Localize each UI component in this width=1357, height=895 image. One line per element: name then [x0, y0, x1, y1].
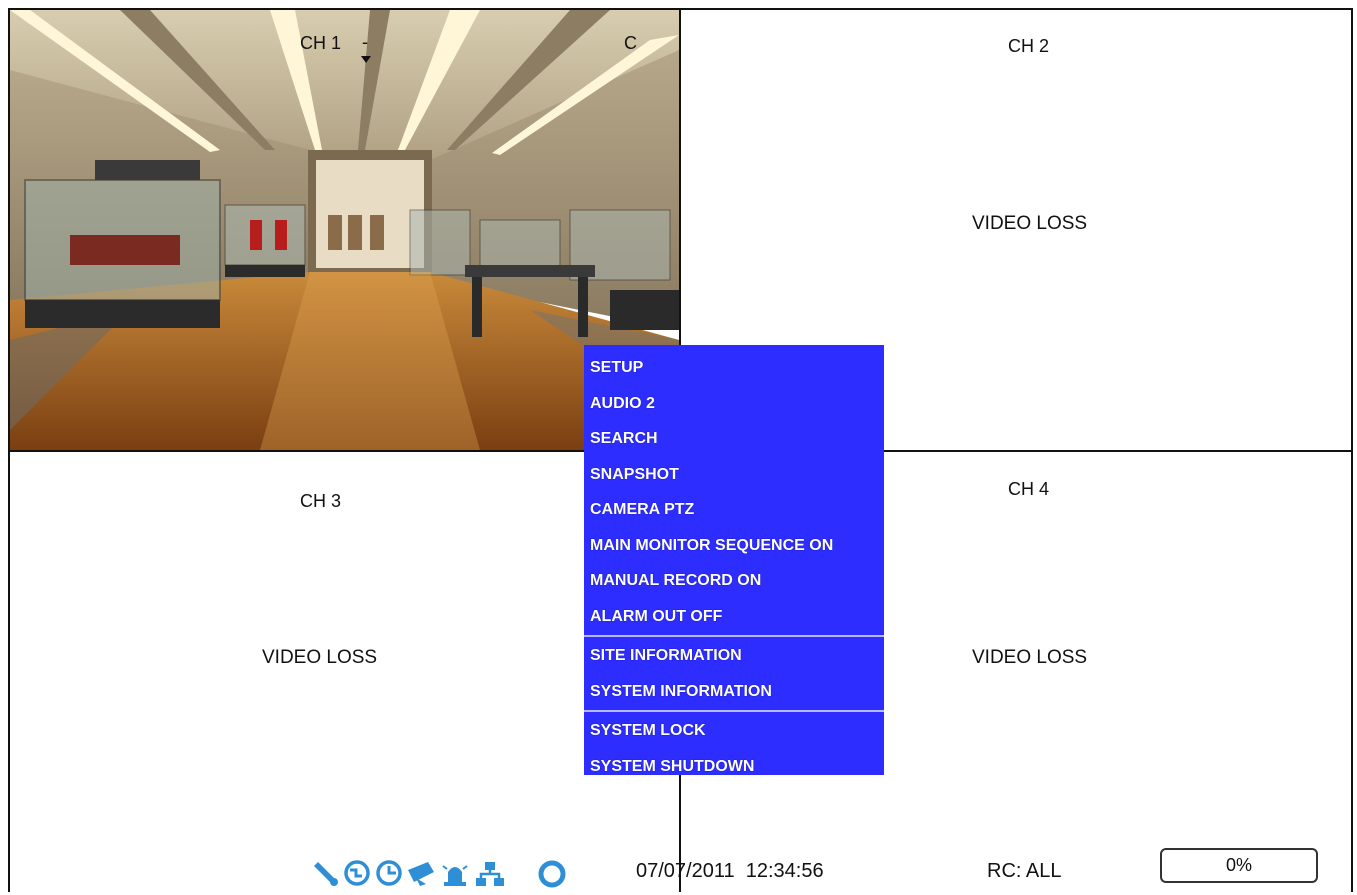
- remote-control-status: RC: ALL: [987, 860, 1062, 882]
- date-time-display: 07/07/2011 12:34:56: [636, 860, 824, 882]
- ch2-video-loss: VIDEO LOSS: [972, 213, 1088, 234]
- record-arrow-icon[interactable]: [406, 858, 438, 893]
- network-globe-icon[interactable]: [342, 858, 372, 893]
- menu-item-system-shutdown[interactable]: SYSTEM SHUTDOWN: [584, 749, 884, 785]
- menu-item-camera-ptz[interactable]: CAMERA PTZ: [584, 492, 884, 528]
- hdd-usage-indicator: 0%: [1160, 848, 1318, 883]
- ch1-marker-dash: -: [362, 32, 368, 52]
- menu-item-setup[interactable]: SETUP: [584, 350, 884, 386]
- menu-item-main-monitor-sequence[interactable]: MAIN MONITOR SEQUENCE ON: [584, 528, 884, 564]
- menu-item-search[interactable]: SEARCH: [584, 421, 884, 457]
- wrench-icon[interactable]: [310, 858, 340, 893]
- menu-item-alarm-out[interactable]: ALARM OUT OFF: [584, 599, 884, 635]
- menu-item-system-lock[interactable]: SYSTEM LOCK: [584, 713, 884, 749]
- menu-item-site-information[interactable]: SITE INFORMATION: [584, 638, 884, 674]
- menu-item-manual-record[interactable]: MANUAL RECORD ON: [584, 563, 884, 599]
- ch3-label: CH 3: [300, 491, 342, 511]
- ch4-label: CH 4: [1008, 479, 1050, 499]
- hdd-usage-value: 0%: [1225, 855, 1252, 875]
- alarm-siren-icon[interactable]: [440, 858, 470, 893]
- menu-separator: [584, 635, 884, 637]
- menu-item-system-information[interactable]: SYSTEM INFORMATION: [584, 674, 884, 710]
- menu-item-audio[interactable]: AUDIO 2: [584, 386, 884, 422]
- ch1-marker-triangle-icon: [361, 56, 371, 63]
- context-menu: SETUP AUDIO 2 SEARCH SNAPSHOT CAMERA PTZ…: [584, 345, 884, 775]
- status-icon-bar: [310, 858, 580, 890]
- ch2-label: CH 2: [1008, 36, 1050, 56]
- ch1-marker-c: C: [624, 33, 637, 53]
- ch1-video-feed[interactable]: [10, 10, 679, 450]
- clock-icon[interactable]: [374, 858, 404, 893]
- menu-separator: [584, 710, 884, 712]
- ch1-label: CH 1: [300, 33, 342, 53]
- refresh-ring-icon[interactable]: [536, 858, 568, 895]
- menu-item-snapshot[interactable]: SNAPSHOT: [584, 457, 884, 493]
- ch4-video-loss: VIDEO LOSS: [972, 647, 1088, 668]
- ch3-video-loss: VIDEO LOSS: [262, 647, 378, 668]
- network-tree-icon[interactable]: [474, 858, 506, 893]
